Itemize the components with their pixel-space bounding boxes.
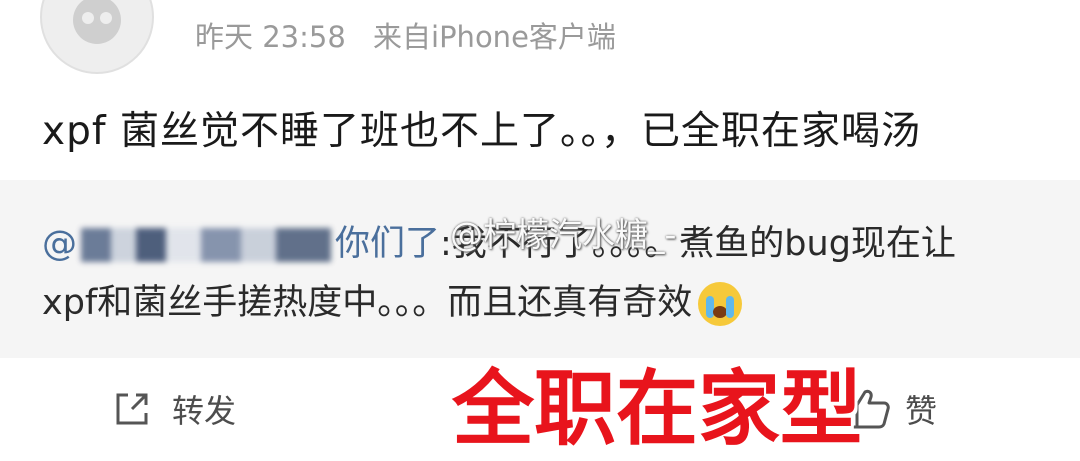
crying-emoji-icon <box>698 282 743 326</box>
post-meta: 昨天 23:58 来自iPhone客户端 <box>195 14 634 56</box>
blurred-username <box>81 228 331 262</box>
avatar[interactable] <box>40 0 154 74</box>
overlay-caption: 全职在家型 <box>452 362 863 457</box>
repost-icon <box>116 393 148 425</box>
post-source: 来自iPhone客户端 <box>373 20 616 54</box>
watermark: @柠檬汽水糖_- <box>450 215 677 254</box>
repost-button[interactable]: 转发 <box>112 386 236 432</box>
like-label: 赞 <box>905 392 938 430</box>
post-text: xpf 菌丝觉不睡了班也不上了。。，已全职在家喝汤 <box>42 109 921 154</box>
quote-text-2: xpf和菌丝手搓热度中。。。而且还真有奇效 <box>42 283 693 323</box>
avatar-icon <box>73 0 121 44</box>
quote-line-2: xpf和菌丝手搓热度中。。。而且还真有奇效 <box>42 274 743 326</box>
mention-link[interactable]: @ 你们了 <box>42 224 440 264</box>
repost-label: 转发 <box>172 392 237 430</box>
post-time: 昨天 23:58 <box>195 20 346 54</box>
quoted-repost-box[interactable] <box>0 180 1080 358</box>
